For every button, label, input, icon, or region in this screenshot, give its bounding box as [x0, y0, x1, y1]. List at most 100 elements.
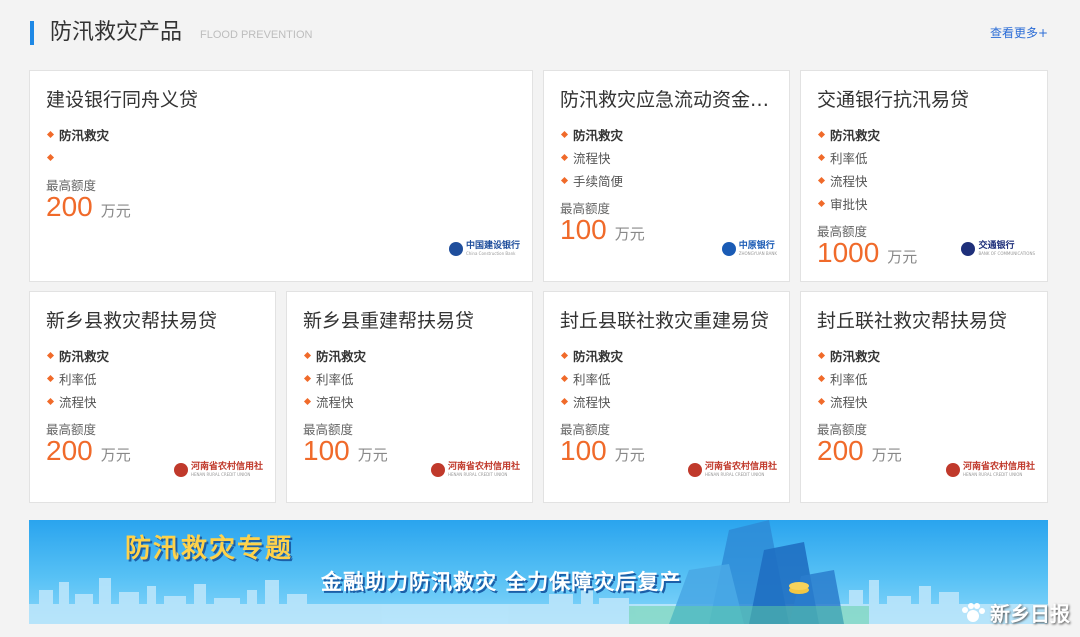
feature-item: 流程快 [817, 169, 880, 192]
bullet-icon [303, 351, 312, 360]
bullet-icon [817, 374, 826, 383]
product-name: 新乡县重建帮扶易贷 [303, 310, 475, 332]
amount-value: 200 [817, 435, 864, 466]
bullet-icon [817, 130, 826, 139]
feature-text: 流程快 [573, 395, 611, 410]
amount-value: 100 [560, 214, 607, 245]
product-card[interactable]: 建设银行同舟义贷 防汛救灾 最高额度 200 万元 中国建设银行 China Const… [29, 70, 533, 282]
amount-unit: 万元 [871, 446, 902, 464]
feature-text: 利率低 [830, 372, 868, 387]
feature-list: 防汛救灾利率低流程快 [560, 344, 623, 413]
bank-logo-text: 河南省农村信用社 [704, 462, 777, 472]
bank-logo: 河南省农村信用社 HENAN RURAL CREDIT UNION [945, 462, 1035, 478]
bank-logo: 中国建设银行 China Construction Bank [448, 241, 520, 257]
feature-text: 流程快 [59, 395, 97, 410]
feature-item: 防汛救灾 [46, 344, 109, 367]
feature-item: 流程快 [817, 390, 880, 413]
bullet-icon [560, 153, 569, 162]
feature-item [46, 146, 109, 169]
product-name: 封丘联社救灾帮扶易贷 [817, 310, 1008, 332]
feature-text: 防汛救灾 [316, 349, 367, 364]
section-subtitle: FLOOD PREVENTION [200, 29, 313, 41]
feature-text: 利率低 [830, 151, 868, 166]
product-card[interactable]: 防汛救灾应急流动资金… 防汛救灾 流程快 手续简便 最高额度 100 万元 中原银行 ZHO… [543, 70, 790, 282]
product-card[interactable]: 封丘联社救灾帮扶易贷 防汛救灾 利率低 流程快 最高额度 200 万元 河南省农村信用社 H… [800, 291, 1048, 503]
amount-value: 200 [46, 435, 93, 466]
feature-list: 防汛救灾 [46, 123, 109, 169]
feature-list: 防汛救灾 利率低 流程快 [817, 344, 880, 413]
feature-item: 流程快 [46, 390, 109, 413]
feature-item: 防汛救灾 [303, 344, 366, 367]
newspaper-watermark: 新乡日报 [960, 598, 1070, 627]
product-name: 封丘县联社救灾重建易贷 [560, 310, 770, 332]
feature-item: 手续简便 [560, 169, 623, 192]
feature-list: 防汛救灾利率低流程快 [46, 344, 109, 413]
bank-logo-text: 河南省农村信用社 [962, 462, 1035, 472]
feature-text: 防汛救灾 [573, 128, 624, 143]
bank-emblem-icon [945, 463, 960, 477]
bullet-icon [46, 374, 55, 383]
product-card[interactable]: 新乡县重建帮扶易贷 防汛救灾 利率低 流程快 最高额度 100 万元 河南省农村信用社 HE… [286, 291, 533, 503]
feature-list: 防汛救灾流程快手续简便 [560, 123, 623, 192]
bullet-icon [46, 153, 55, 162]
bank-logo: 河南省农村信用社 HENAN RURAL CREDIT UNION [173, 462, 263, 478]
product-name: 防汛救灾应急流动资金… [560, 89, 770, 111]
bullet-icon [303, 374, 312, 383]
feature-item: 防汛救灾 [560, 344, 623, 367]
banner-title: 防汛救灾专题 [125, 534, 294, 564]
feature-item: 利率低 [46, 367, 109, 390]
bullet-icon [817, 199, 826, 208]
feature-item: 防汛救灾 [46, 123, 109, 146]
bank-logo: 交通银行 BANK OF COMMUNICATIONS [961, 241, 1035, 257]
product-card[interactable]: 新乡县救灾帮扶易贷 防汛救灾 利率低 流程快 最高额度 200 万元 河南省农村信用社 HE… [29, 291, 276, 503]
bank-logo-subtext: HENAN RURAL CREDIT UNION [962, 472, 1023, 477]
bullet-icon [817, 153, 826, 162]
feature-text: 流程快 [573, 151, 611, 166]
bank-logo-text: 中国建设银行 [465, 241, 520, 251]
feature-item: 防汛救灾 [560, 123, 623, 146]
bullet-icon [817, 397, 826, 406]
feature-item: 流程快 [560, 146, 623, 169]
view-more-link[interactable]: 查看更多+ [990, 22, 1048, 44]
flood-topic-banner[interactable]: 防汛救灾专题 金融助力防汛救灾 全力保障灾后复产 [29, 520, 1048, 624]
bullet-icon [560, 130, 569, 139]
bank-logo-text: 中原银行 [738, 241, 775, 251]
amount-unit: 万元 [614, 225, 645, 243]
feature-text: 利率低 [573, 372, 611, 387]
bank-emblem-icon [173, 463, 188, 477]
bank-logo-subtext: BANK OF COMMUNICATIONS [978, 251, 1035, 256]
bullet-icon [46, 397, 55, 406]
max-amount: 100 万元 [303, 435, 388, 467]
bank-emblem-icon [687, 463, 702, 477]
bullet-icon [46, 130, 55, 139]
feature-item: 利率低 [817, 367, 880, 390]
feature-text: 防汛救灾 [59, 128, 110, 143]
bank-logo-subtext: HENAN RURAL CREDIT UNION [447, 472, 508, 477]
section-header: 防汛救灾产品 FLOOD PREVENTION 查看更多+ [30, 18, 1048, 48]
max-amount: 100 万元 [560, 435, 645, 467]
paw-logo-icon [962, 602, 985, 622]
bullet-icon [560, 176, 569, 185]
feature-item: 流程快 [303, 390, 366, 413]
watermark-text: 新乡日报 [990, 602, 1070, 626]
bank-logo: 河南省农村信用社 HENAN RURAL CREDIT UNION [430, 462, 520, 478]
amount-unit: 万元 [100, 446, 131, 464]
bank-emblem-icon [961, 242, 976, 256]
feature-text: 流程快 [316, 395, 354, 410]
amount-unit: 万元 [614, 446, 645, 464]
feature-item: 利率低 [303, 367, 366, 390]
product-name: 新乡县救灾帮扶易贷 [46, 310, 218, 332]
product-name: 交通银行抗汛易贷 [817, 89, 970, 111]
title-accent-bar [30, 21, 34, 45]
max-amount: 100 万元 [560, 214, 645, 246]
product-card[interactable]: 封丘县联社救灾重建易贷 防汛救灾 利率低 流程快 最高额度 100 万元 河南省农村信用社 … [543, 291, 790, 503]
product-card[interactable]: 交通银行抗汛易贷 防汛救灾 利率低 流程快 审批快 最高额度 1000 万元 交通银行 BAN… [800, 70, 1048, 282]
amount-value: 200 [46, 191, 93, 222]
feature-text: 利率低 [59, 372, 97, 387]
max-amount: 200 万元 [46, 435, 131, 467]
bullet-icon [560, 397, 569, 406]
amount-value: 100 [303, 435, 350, 466]
bullet-icon [817, 176, 826, 185]
feature-text: 审批快 [830, 197, 868, 212]
feature-text: 防汛救灾 [573, 349, 624, 364]
